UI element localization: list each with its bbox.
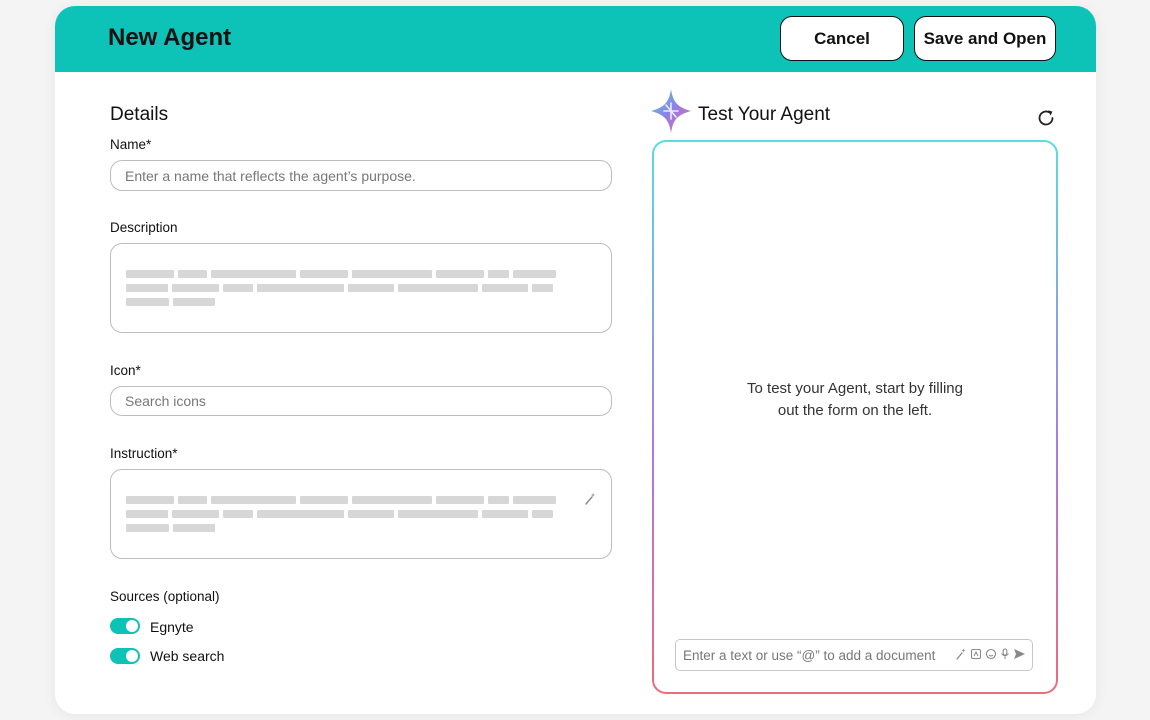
sparkle-logo-icon bbox=[651, 89, 691, 133]
description-label: Description bbox=[110, 220, 178, 235]
name-input[interactable] bbox=[110, 160, 612, 191]
new-agent-dialog: New Agent Cancel Save and Open Details N… bbox=[55, 6, 1096, 714]
save-and-open-button[interactable]: Save and Open bbox=[914, 16, 1056, 61]
chat-toolbar bbox=[955, 648, 1026, 660]
magic-wand-icon[interactable] bbox=[955, 648, 967, 660]
empty-state-message: To test your Agent, start by filling out… bbox=[747, 380, 963, 419]
microphone-icon[interactable] bbox=[1000, 648, 1010, 660]
web-search-toggle-label: Web search bbox=[150, 648, 225, 664]
instruction-textarea[interactable] bbox=[110, 469, 612, 559]
web-search-toggle[interactable] bbox=[110, 648, 140, 664]
refresh-icon[interactable] bbox=[1035, 107, 1057, 129]
instruction-label: Instruction* bbox=[110, 446, 178, 461]
chat-input-box bbox=[675, 639, 1033, 671]
sources-label: Sources (optional) bbox=[110, 589, 220, 604]
test-agent-heading: Test Your Agent bbox=[698, 104, 831, 125]
egnyte-toggle[interactable] bbox=[110, 618, 140, 634]
icon-search-input[interactable] bbox=[110, 386, 612, 416]
description-placeholder-text bbox=[126, 270, 557, 312]
description-textarea[interactable] bbox=[110, 243, 612, 333]
egnyte-toggle-label: Egnyte bbox=[150, 619, 194, 635]
dialog-header: New Agent Cancel Save and Open bbox=[55, 6, 1096, 72]
name-label: Name* bbox=[110, 137, 152, 152]
emoji-icon[interactable] bbox=[985, 648, 997, 660]
details-heading: Details bbox=[110, 104, 169, 125]
attachment-icon[interactable] bbox=[970, 648, 982, 660]
page-title: New Agent bbox=[108, 24, 232, 51]
icon-label: Icon* bbox=[110, 363, 141, 378]
cancel-button[interactable]: Cancel bbox=[780, 16, 904, 61]
magic-wand-icon[interactable] bbox=[583, 492, 597, 506]
send-icon[interactable] bbox=[1013, 648, 1026, 660]
chat-input[interactable] bbox=[683, 640, 945, 670]
instruction-placeholder-text bbox=[126, 496, 557, 538]
test-agent-panel: To test your Agent, start by filling out… bbox=[652, 140, 1058, 694]
